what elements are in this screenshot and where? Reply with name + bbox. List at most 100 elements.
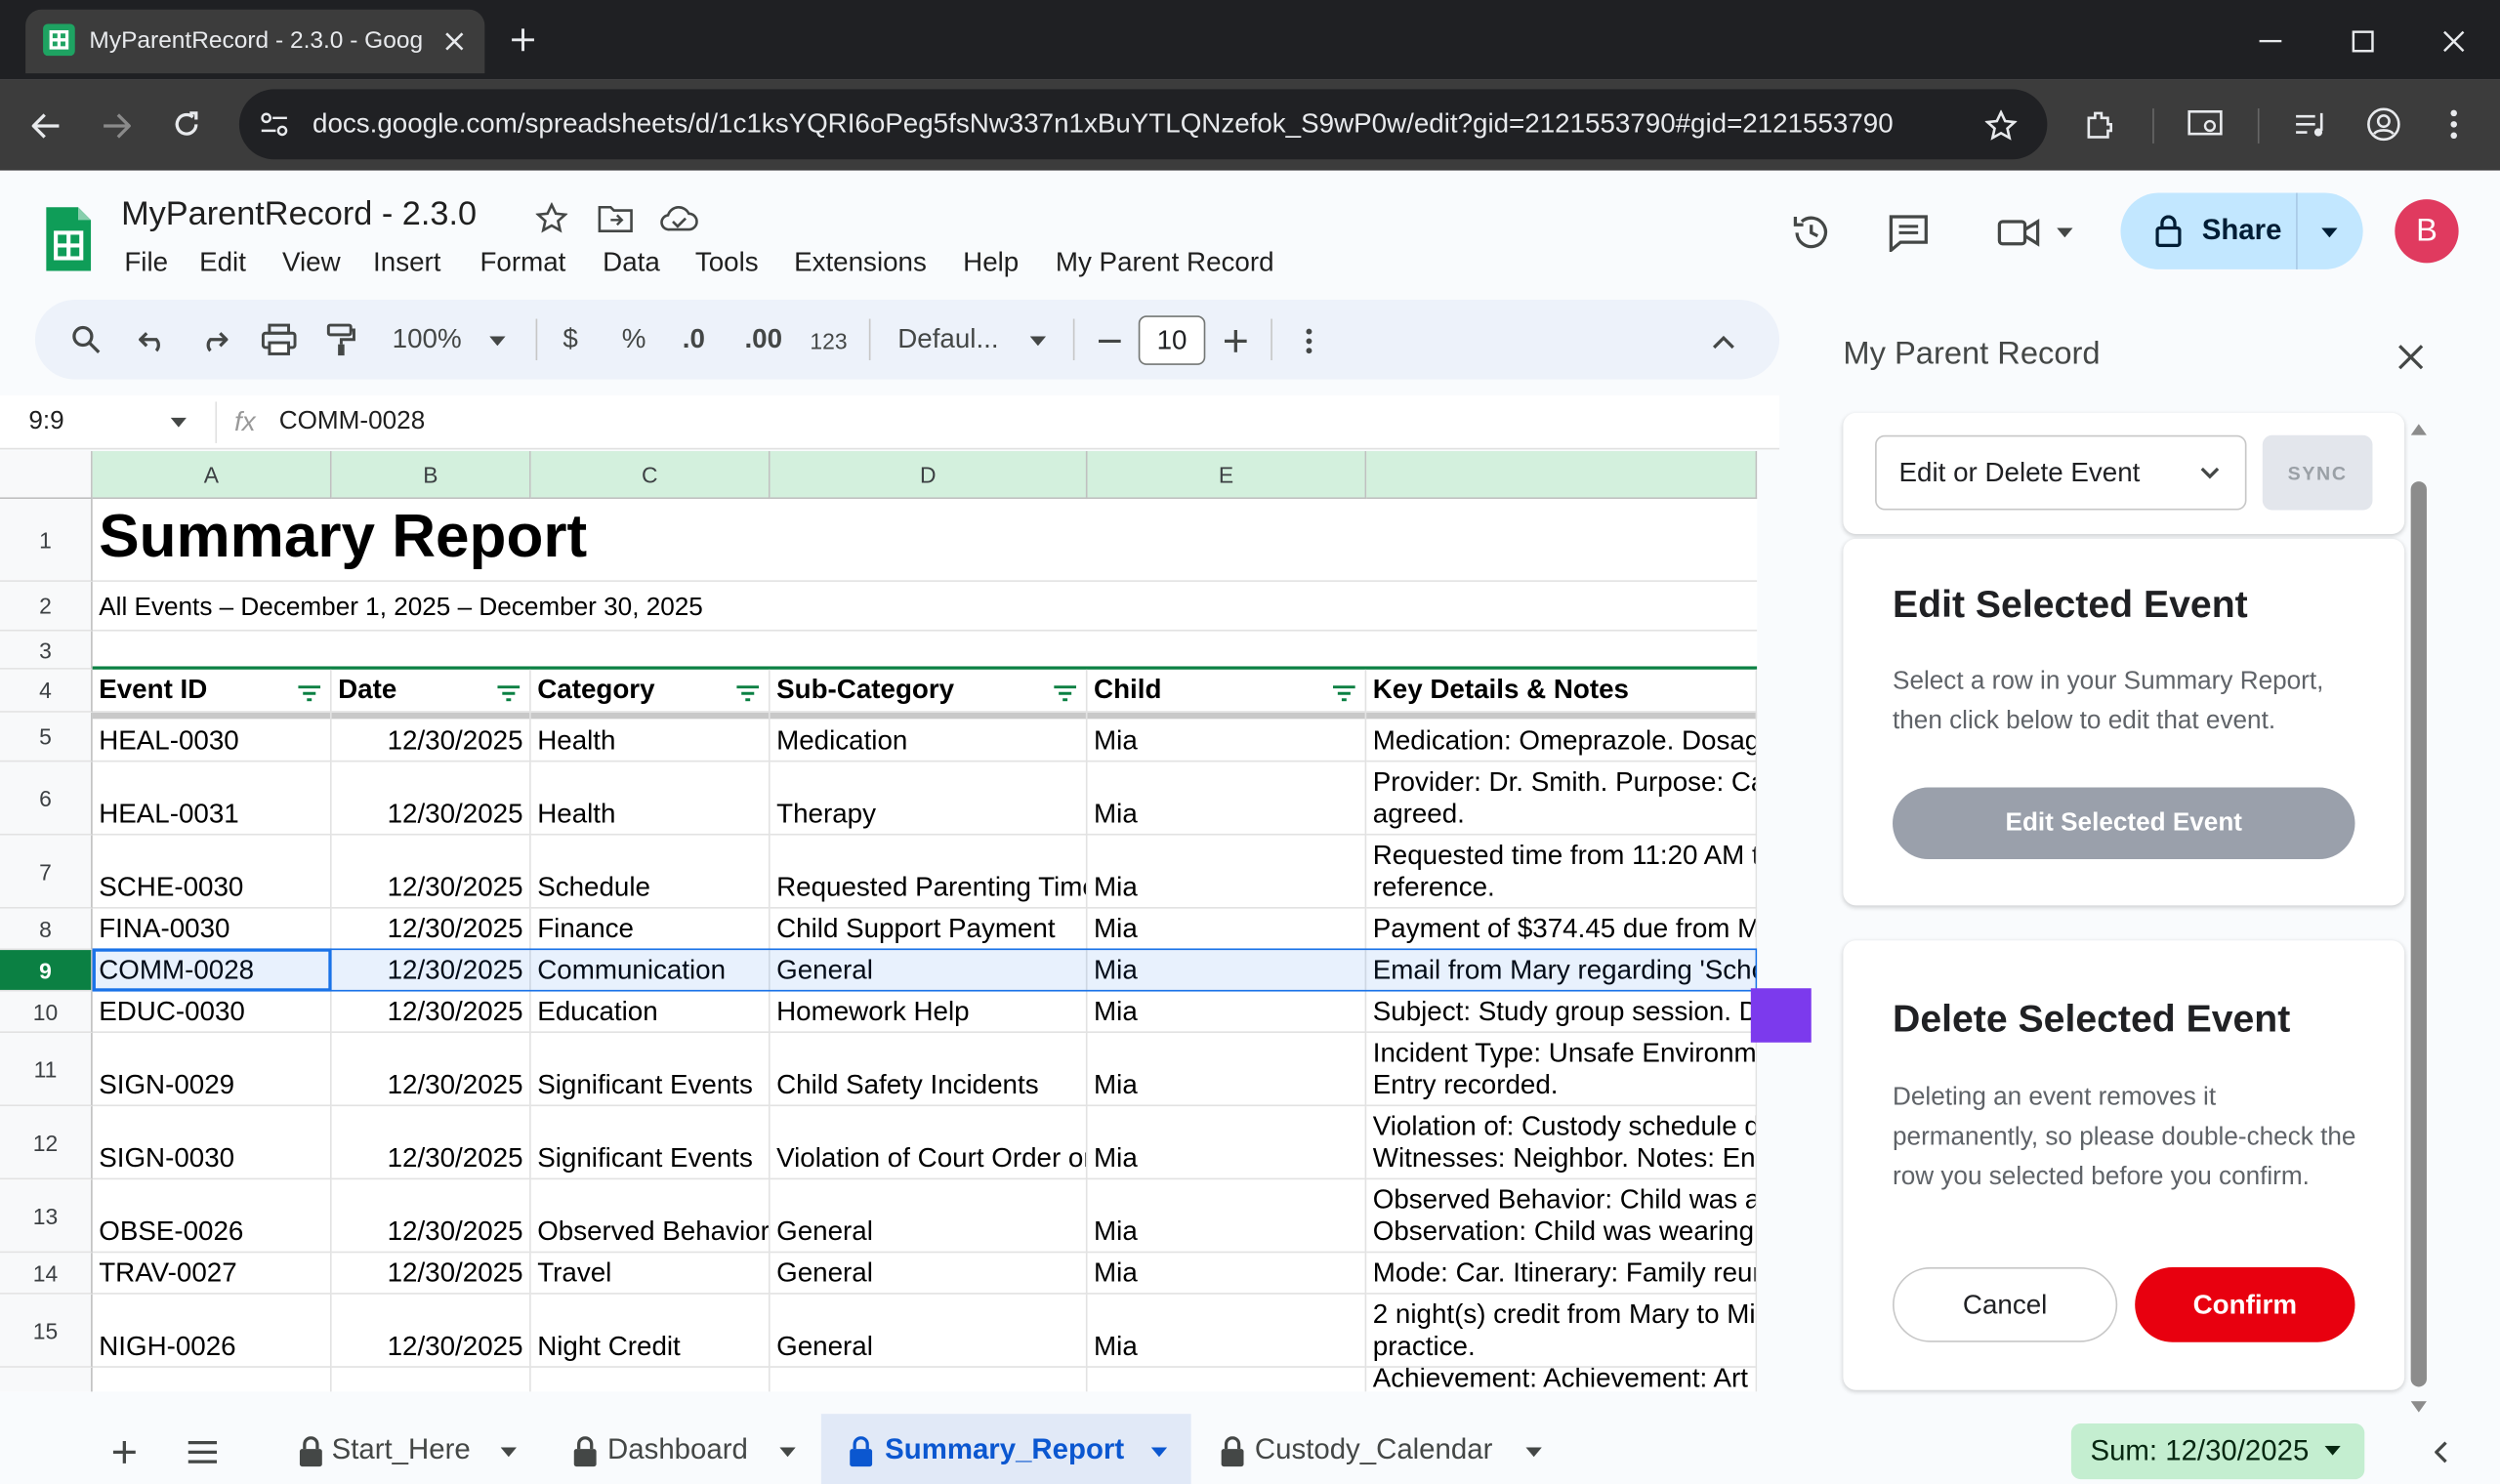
row-header[interactable]: 7: [0, 835, 93, 909]
table-cell[interactable]: 12/30/2025: [331, 835, 531, 909]
collapse-toolbar-icon[interactable]: [1706, 323, 1741, 358]
table-cell[interactable]: Child Safety Incidents: [770, 1032, 1088, 1107]
table-cell[interactable]: [332, 1367, 531, 1392]
table-cell[interactable]: EDUC-0030: [92, 991, 332, 1033]
share-dropdown-icon[interactable]: [2313, 220, 2346, 245]
table-cell[interactable]: 12/30/2025: [331, 762, 531, 836]
tab-dropdown-icon[interactable]: [1148, 1444, 1171, 1460]
font-size-input[interactable]: 10: [1138, 315, 1206, 365]
row-header[interactable]: 5: [0, 712, 93, 763]
table-cell[interactable]: Observed Behaviors: [530, 1179, 771, 1254]
forward-arrow-icon[interactable]: [96, 105, 137, 146]
table-cell[interactable]: Mia: [1087, 950, 1367, 992]
table-cell[interactable]: SIGN-0030: [92, 1106, 332, 1180]
font-family-select[interactable]: Defaul...: [897, 323, 998, 355]
extensions-icon[interactable]: [2079, 103, 2120, 144]
menu-tools[interactable]: Tools: [695, 247, 759, 279]
sidebar-scrollbar[interactable]: [2410, 481, 2427, 1387]
table-cell[interactable]: [531, 1367, 771, 1392]
table-cell[interactable]: 2 night(s) credit from Mary to Mik pract…: [1366, 1294, 1758, 1368]
table-cell[interactable]: OBSE-0026: [92, 1179, 332, 1254]
table-cell[interactable]: HEAL-0031: [92, 762, 332, 836]
table-cell[interactable]: Requested time from 11:20 AM to referenc…: [1366, 835, 1758, 909]
table-cell[interactable]: 12/30/2025: [331, 950, 531, 992]
table-cell[interactable]: NIGH-0026: [92, 1294, 332, 1368]
site-info-icon[interactable]: [255, 105, 293, 144]
table-cell[interactable]: Mia: [1087, 1294, 1367, 1368]
column-header-c[interactable]: C: [530, 451, 771, 500]
row-header[interactable]: 15: [0, 1294, 93, 1368]
version-history-icon[interactable]: [1787, 209, 1835, 257]
percent-format-button[interactable]: %: [622, 323, 646, 355]
table-cell[interactable]: [1088, 1367, 1367, 1392]
tab-dropdown-icon[interactable]: [1522, 1444, 1545, 1460]
table-cell[interactable]: General: [770, 950, 1088, 992]
sum-dropdown-icon[interactable]: [2321, 1443, 2344, 1459]
table-cell[interactable]: 12/30/2025: [331, 1106, 531, 1180]
header-cell[interactable]: Sub-Category: [770, 669, 1088, 713]
column-header-e[interactable]: E: [1087, 451, 1367, 500]
table-cell[interactable]: 12/30/2025: [331, 908, 531, 951]
back-arrow-icon[interactable]: [25, 105, 66, 146]
table-cell[interactable]: Medication: Omeprazole. Dosage: [1366, 712, 1758, 763]
table-cell[interactable]: General: [770, 1179, 1088, 1254]
table-cell[interactable]: Mia: [1087, 991, 1367, 1033]
profile-icon[interactable]: [2363, 103, 2404, 144]
formula-input[interactable]: COMM-0028: [279, 408, 426, 436]
table-cell[interactable]: Provider: Dr. Smith. Purpose: Ca agreed.: [1366, 762, 1758, 836]
cloud-saved-icon[interactable]: [658, 201, 699, 236]
row-header-selected[interactable]: 9: [0, 950, 93, 992]
table-cell[interactable]: TRAV-0027: [92, 1253, 332, 1295]
table-cell[interactable]: Incident Type: Unsafe Environme Entry re…: [1366, 1032, 1758, 1107]
table-cell[interactable]: Therapy: [770, 762, 1088, 836]
confirm-delete-button[interactable]: Confirm: [2135, 1266, 2355, 1342]
table-cell[interactable]: [771, 1367, 1088, 1392]
table-cell[interactable]: Mia: [1087, 908, 1367, 951]
table-cell[interactable]: Mode: Car. Itinerary: Family reun: [1366, 1253, 1758, 1295]
row-header[interactable]: [0, 1367, 93, 1392]
table-cell[interactable]: Child Support Payment: [770, 908, 1088, 951]
all-sheets-icon[interactable]: [184, 1433, 222, 1471]
table-cell[interactable]: Mia: [1087, 1032, 1367, 1107]
table-cell[interactable]: Email from Mary regarding 'Scho: [1366, 950, 1758, 992]
table-cell[interactable]: Travel: [530, 1253, 771, 1295]
number-format-button[interactable]: 123: [810, 328, 847, 353]
table-cell[interactable]: HEAL-0030: [92, 712, 332, 763]
sheet-tab-dashboard[interactable]: Dashboard: [607, 1433, 748, 1466]
table-cell[interactable]: Finance: [530, 908, 771, 951]
move-folder-icon[interactable]: [597, 201, 635, 236]
filter-icon[interactable]: [1053, 683, 1078, 703]
table-cell[interactable]: Schedule: [530, 835, 771, 909]
sheet-tab-summary-report[interactable]: Summary_Report: [885, 1433, 1124, 1466]
table-cell[interactable]: Requested Parenting Time: [770, 835, 1088, 909]
close-tab-icon[interactable]: [437, 23, 472, 59]
row-header[interactable]: 11: [0, 1032, 93, 1107]
cancel-button[interactable]: Cancel: [1893, 1266, 2118, 1342]
undo-icon[interactable]: [134, 322, 172, 360]
row-header[interactable]: 13: [0, 1179, 93, 1254]
row-header[interactable]: 4: [0, 669, 93, 713]
table-cell[interactable]: Violation of: Custody schedule de Witnes…: [1366, 1106, 1758, 1180]
decrease-decimal-button[interactable]: .0: [683, 323, 705, 355]
column-header-b[interactable]: B: [331, 451, 531, 500]
table-cell[interactable]: Mia: [1087, 1179, 1367, 1254]
decrease-font-size-icon[interactable]: [1092, 323, 1127, 358]
meet-dropdown-icon[interactable]: [2052, 220, 2077, 245]
row-header[interactable]: 8: [0, 908, 93, 951]
tab-dropdown-icon[interactable]: [497, 1444, 520, 1460]
row-header[interactable]: 1: [0, 499, 93, 582]
row-header[interactable]: 3: [0, 631, 93, 670]
table-cell[interactable]: Health: [530, 762, 771, 836]
increase-font-size-icon[interactable]: [1218, 323, 1253, 358]
menu-insert[interactable]: Insert: [373, 247, 440, 279]
filter-icon[interactable]: [735, 683, 761, 703]
increase-decimal-button[interactable]: .00: [744, 323, 782, 355]
table-cell[interactable]: Observed Behavior: Child was af Observat…: [1366, 1179, 1758, 1254]
table-cell[interactable]: 12/30/2025: [331, 712, 531, 763]
more-options-icon[interactable]: [1291, 323, 1326, 358]
zoom-value[interactable]: 100%: [393, 323, 462, 355]
name-box[interactable]: 9:9: [28, 408, 63, 436]
row-header[interactable]: 10: [0, 991, 93, 1033]
menu-my-parent-record[interactable]: My Parent Record: [1056, 247, 1274, 279]
minimize-window-icon[interactable]: [2251, 22, 2289, 61]
